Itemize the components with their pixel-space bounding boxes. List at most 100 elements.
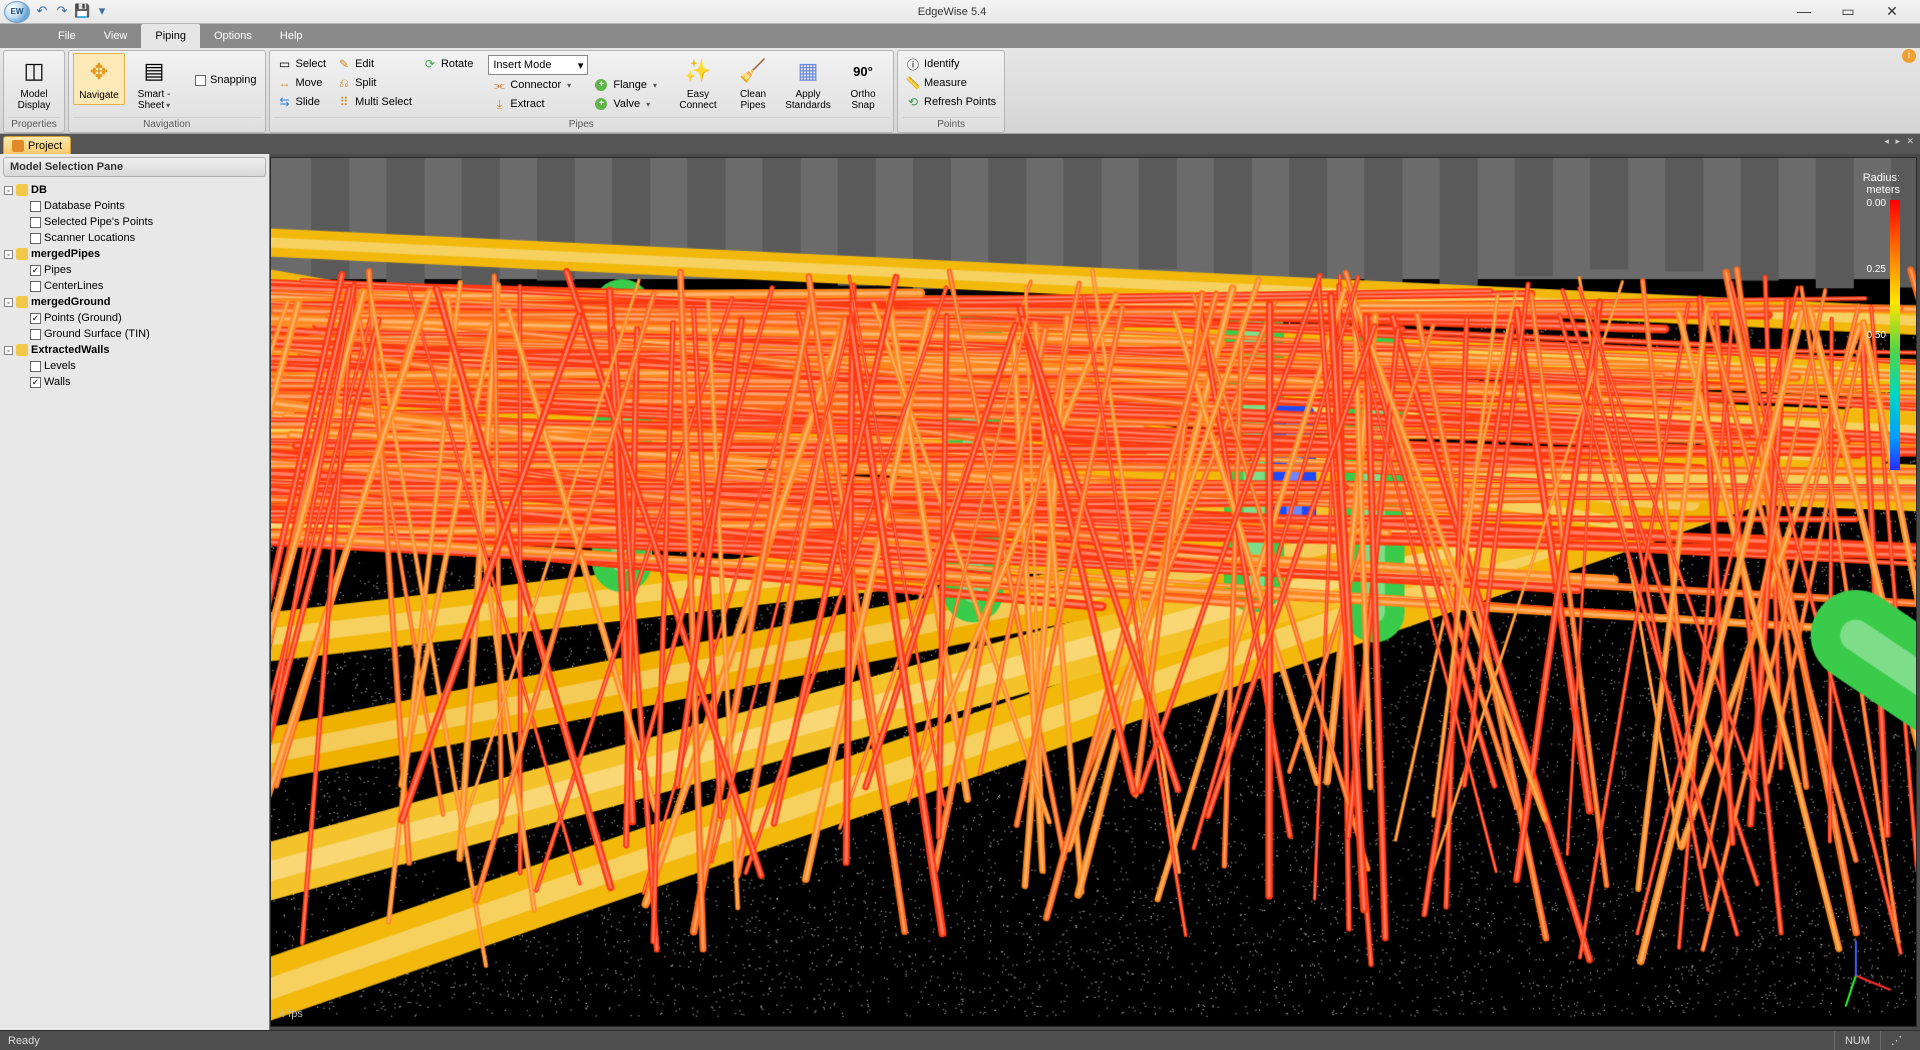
status-bar: Ready NUM ⋰ (0, 1030, 1920, 1050)
tree-item-centerlines[interactable]: CenterLines (4, 278, 265, 294)
checkbox-icon[interactable]: ✓ (30, 313, 41, 324)
ribbon-group-properties: ◫ Model Display Properties (3, 50, 65, 133)
insert-mode-dropdown[interactable]: Insert Mode▾ (488, 55, 588, 75)
tab-strip-controls[interactable]: ◂ ▸ ✕ (1884, 136, 1916, 147)
3d-viewport[interactable]: 4 fps Radius: meters 0.00 0.25 0.50 (270, 157, 1917, 1027)
refresh-points-button[interactable]: ⟲Refresh Points (902, 93, 1000, 111)
chevron-down-icon: ▾ (578, 59, 584, 72)
rotate-button[interactable]: ⟳Rotate (419, 55, 477, 73)
tree-item-points-ground[interactable]: ✓Points (Ground) (4, 310, 265, 326)
checkbox-icon[interactable]: ✓ (30, 377, 41, 388)
tree-item-walls[interactable]: ✓Walls (4, 374, 265, 390)
tree-node-db[interactable]: -DB (4, 182, 265, 198)
collapse-icon[interactable]: - (4, 298, 13, 307)
menu-file[interactable]: File (44, 24, 90, 48)
model-display-button[interactable]: ◫ Model Display (8, 53, 60, 114)
move-button[interactable]: ↔Move (274, 74, 331, 92)
multi-select-icon: ⠿ (337, 95, 351, 109)
app-logo[interactable]: EW (4, 1, 30, 23)
document-tab-strip: Project ◂ ▸ ✕ (0, 134, 1920, 154)
ribbon-group-navigation: ✥ Navigate ▤ Smart - Sheet Snapping Navi… (68, 50, 266, 133)
refresh-icon: ⟲ (906, 95, 920, 109)
checkbox-icon[interactable] (30, 329, 41, 340)
cube-icon: ◫ (19, 56, 49, 86)
ortho-snap-button[interactable]: 90° Ortho Snap (837, 53, 889, 114)
valve-button[interactable]: +Valve (591, 95, 661, 113)
tree-item-database-points[interactable]: Database Points (4, 198, 265, 214)
checkbox-icon[interactable] (30, 201, 41, 212)
model-tree[interactable]: -DB Database Points Selected Pipe's Poin… (0, 180, 269, 394)
snapping-checkbox[interactable]: Snapping (191, 71, 261, 89)
broom-icon: 🧹 (738, 56, 768, 86)
project-icon (12, 140, 24, 152)
rotate-icon: ⟳ (423, 57, 437, 71)
menu-piping[interactable]: Piping (141, 24, 200, 48)
tree-item-ground-surface-tin[interactable]: Ground Surface (TIN) (4, 326, 265, 342)
multi-select-button[interactable]: ⠿Multi Select (333, 93, 416, 111)
close-button[interactable]: ✕ (1882, 3, 1902, 20)
layer-icon (16, 248, 28, 260)
viewport-canvas[interactable] (271, 158, 1916, 1026)
extract-button[interactable]: ⤓Extract (488, 95, 588, 113)
status-ready: Ready (8, 1035, 40, 1047)
collapse-icon[interactable]: - (4, 186, 13, 195)
notification-badge-icon[interactable]: i (1902, 49, 1916, 63)
save-icon[interactable]: 💾 (74, 4, 90, 20)
ribbon-group-label: Navigation (73, 117, 261, 132)
tree-item-selected-pipes-points[interactable]: Selected Pipe's Points (4, 214, 265, 230)
database-icon (16, 184, 28, 196)
menu-options[interactable]: Options (200, 24, 266, 48)
radius-legend: Radius: meters 0.00 0.25 0.50 (1830, 172, 1900, 202)
tree-item-pipes[interactable]: ✓Pipes (4, 262, 265, 278)
slide-button[interactable]: ⇆Slide (274, 93, 331, 111)
window-title: EdgeWise 5.4 (110, 6, 1794, 18)
measure-button[interactable]: 📏Measure (902, 74, 1000, 92)
pane-title: Model Selection Pane (3, 157, 266, 177)
flange-button[interactable]: +Flange (591, 76, 661, 94)
checkbox-icon[interactable] (30, 281, 41, 292)
qat-more-icon[interactable]: ▾ (94, 4, 110, 20)
maximize-button[interactable]: ▭ (1838, 3, 1858, 20)
angle-90-icon: 90° (848, 56, 878, 86)
split-icon: ⎌ (337, 76, 351, 90)
identify-button[interactable]: ⓘIdentify (902, 55, 1000, 73)
cursor-icon: ▭ (278, 57, 292, 71)
standards-icon: ▦ (793, 56, 823, 86)
connector-button[interactable]: ⫘Connector (488, 76, 588, 94)
checkbox-icon[interactable] (30, 361, 41, 372)
tree-node-merged-pipes[interactable]: -mergedPipes (4, 246, 265, 262)
select-button[interactable]: ▭Select (274, 55, 331, 73)
menu-help[interactable]: Help (266, 24, 317, 48)
checkbox-icon[interactable] (30, 233, 41, 244)
tab-project[interactable]: Project (3, 136, 71, 154)
legend-tick: 0.50 (1867, 330, 1886, 341)
clean-pipes-button[interactable]: 🧹 Clean Pipes (727, 53, 779, 114)
edit-button[interactable]: ✎Edit (333, 55, 416, 73)
split-button[interactable]: ⎌Split (333, 74, 416, 92)
collapse-icon[interactable]: - (4, 250, 13, 259)
checkbox-icon[interactable]: ✓ (30, 265, 41, 276)
title-bar: EW ↶ ↷ 💾 ▾ EdgeWise 5.4 — ▭ ✕ (0, 0, 1920, 24)
status-resize-grip-icon[interactable]: ⋰ (1880, 1031, 1912, 1050)
undo-icon[interactable]: ↶ (34, 4, 50, 20)
model-selection-pane: Model Selection Pane -DB Database Points… (0, 154, 270, 1030)
checkbox-icon[interactable] (30, 217, 41, 228)
layer-icon (16, 296, 28, 308)
navigate-arrows-icon: ✥ (84, 57, 114, 87)
slide-icon: ⇆ (278, 95, 292, 109)
collapse-icon[interactable]: - (4, 346, 13, 355)
tree-node-merged-ground[interactable]: -mergedGround (4, 294, 265, 310)
easy-connect-button[interactable]: ✨ Easy Connect (672, 53, 724, 114)
legend-tick: 0.00 (1867, 198, 1886, 209)
tree-item-scanner-locations[interactable]: Scanner Locations (4, 230, 265, 246)
smart-sheet-button[interactable]: ▤ Smart - Sheet (128, 53, 180, 114)
tree-node-extracted-walls[interactable]: -ExtractedWalls (4, 342, 265, 358)
apply-standards-button[interactable]: ▦ Apply Standards (782, 53, 834, 114)
sheet-icon: ▤ (139, 56, 169, 86)
redo-icon[interactable]: ↷ (54, 4, 70, 20)
minimize-button[interactable]: — (1794, 3, 1814, 20)
menu-view[interactable]: View (90, 24, 142, 48)
navigate-button[interactable]: ✥ Navigate (73, 53, 125, 105)
tree-item-levels[interactable]: Levels (4, 358, 265, 374)
legend-gradient-bar (1890, 200, 1900, 470)
